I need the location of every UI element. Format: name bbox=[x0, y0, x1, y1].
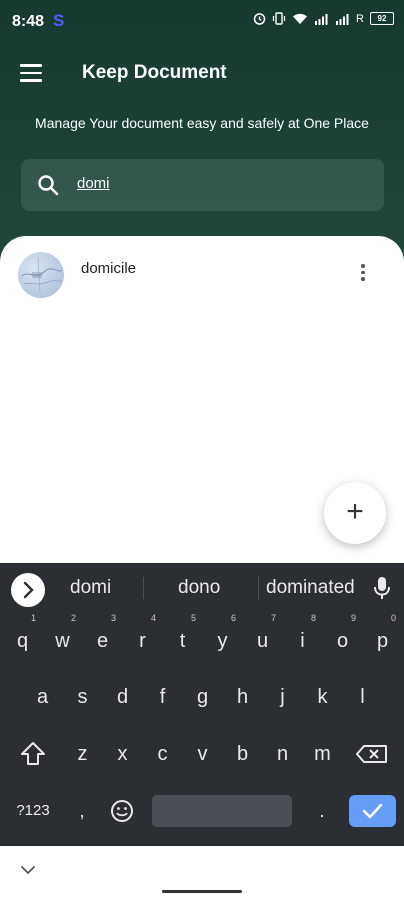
hamburger-menu-icon[interactable] bbox=[20, 64, 42, 82]
key-u[interactable]: 7u bbox=[244, 613, 281, 662]
backspace-key[interactable] bbox=[350, 733, 394, 775]
search-icon bbox=[38, 175, 59, 196]
space-key[interactable] bbox=[152, 795, 292, 827]
key-n[interactable]: n bbox=[264, 733, 301, 775]
backspace-icon bbox=[356, 745, 387, 763]
key-q[interactable]: 1q bbox=[4, 613, 41, 662]
symbols-key[interactable]: ?123 bbox=[10, 799, 56, 823]
key-w[interactable]: 2w bbox=[44, 613, 81, 662]
chevron-right-icon bbox=[23, 581, 34, 599]
key-c[interactable]: c bbox=[144, 733, 181, 775]
app-indicator-icon: S bbox=[53, 11, 65, 30]
signal-icon bbox=[315, 13, 328, 25]
wifi-icon bbox=[293, 13, 308, 24]
key-k[interactable]: k bbox=[304, 676, 341, 718]
app-bar: Keep Document bbox=[0, 52, 404, 96]
home-gesture-bar[interactable] bbox=[162, 890, 242, 893]
key-z[interactable]: z bbox=[64, 733, 101, 775]
suggestion-1[interactable]: domi bbox=[70, 577, 111, 599]
key-v[interactable]: v bbox=[184, 733, 221, 775]
key-d[interactable]: d bbox=[104, 676, 141, 718]
app-subtitle: Manage Your document easy and safely at … bbox=[35, 115, 369, 131]
key-o[interactable]: 9o bbox=[324, 613, 361, 662]
key-x[interactable]: x bbox=[104, 733, 141, 775]
app-title: Keep Document bbox=[82, 62, 227, 83]
emoji-key[interactable] bbox=[108, 797, 136, 825]
shift-key[interactable] bbox=[14, 733, 52, 775]
key-m[interactable]: m bbox=[304, 733, 341, 775]
document-name: domicile bbox=[81, 260, 137, 277]
network-label: R bbox=[356, 12, 364, 25]
comma-key[interactable]: , bbox=[70, 799, 94, 823]
alarm-icon bbox=[253, 13, 266, 25]
key-t[interactable]: 5t bbox=[164, 613, 201, 662]
divider bbox=[143, 577, 144, 599]
key-b[interactable]: b bbox=[224, 733, 261, 775]
period-key[interactable]: . bbox=[310, 799, 334, 823]
suggestion-2[interactable]: dono bbox=[178, 577, 220, 599]
keyboard: domi dono dominated 1q 2w 3e 4r 5t 6y 7u… bbox=[0, 563, 404, 846]
system-nav-bar bbox=[0, 846, 404, 900]
battery-icon: 92 bbox=[370, 12, 394, 25]
key-r[interactable]: 4r bbox=[124, 613, 161, 662]
suggestion-3[interactable]: dominated bbox=[266, 577, 355, 599]
vibrate-icon bbox=[272, 12, 286, 25]
key-g[interactable]: g bbox=[184, 676, 221, 718]
more-options-icon[interactable] bbox=[360, 264, 366, 286]
signal-icon bbox=[336, 13, 349, 25]
key-y[interactable]: 6y bbox=[204, 613, 241, 662]
key-j[interactable]: j bbox=[264, 676, 301, 718]
divider bbox=[258, 577, 259, 599]
status-time: 8:48 bbox=[12, 13, 45, 30]
status-icons: R 92 bbox=[253, 12, 394, 25]
search-input[interactable] bbox=[75, 174, 359, 193]
chevron-down-icon[interactable] bbox=[20, 864, 36, 876]
key-l[interactable]: l bbox=[344, 676, 381, 718]
key-a[interactable]: a bbox=[24, 676, 61, 718]
status-bar: 8:48 S R 92 bbox=[0, 0, 404, 42]
key-s[interactable]: s bbox=[64, 676, 101, 718]
key-i[interactable]: 8i bbox=[284, 613, 321, 662]
key-f[interactable]: f bbox=[144, 676, 181, 718]
add-document-button[interactable]: + bbox=[324, 482, 386, 544]
microphone-icon[interactable] bbox=[372, 575, 392, 601]
header: 8:48 S R 92 Keep Document Manage Your do… bbox=[0, 0, 404, 265]
key-h[interactable]: h bbox=[224, 676, 261, 718]
document-thumbnail bbox=[18, 252, 64, 298]
enter-key[interactable] bbox=[349, 795, 396, 827]
list-item[interactable]: domicile bbox=[0, 250, 404, 306]
key-p[interactable]: 0p bbox=[364, 613, 401, 662]
shift-icon bbox=[21, 742, 45, 765]
expand-toolbar-button[interactable] bbox=[11, 573, 45, 607]
key-e[interactable]: 3e bbox=[84, 613, 121, 662]
suggestion-bar: domi dono dominated bbox=[0, 563, 404, 611]
check-icon bbox=[362, 803, 383, 819]
search-bar[interactable] bbox=[21, 159, 384, 211]
emoji-icon bbox=[111, 800, 133, 822]
